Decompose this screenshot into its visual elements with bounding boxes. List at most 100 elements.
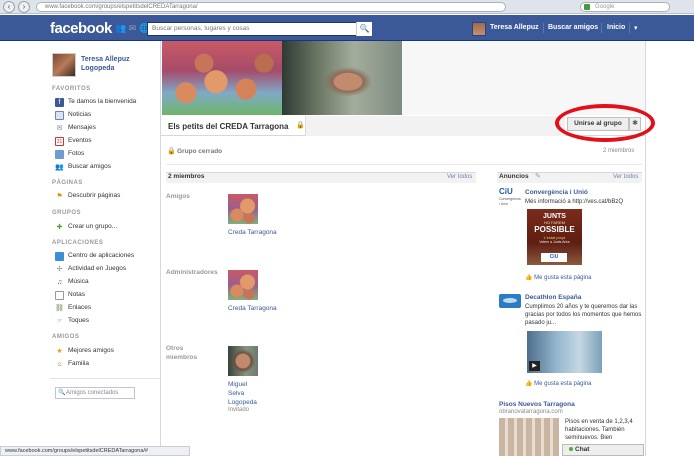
ciu-logo-text: CiU — [499, 187, 513, 196]
ad-image-text: POSSIBLE — [534, 225, 575, 234]
pokes-icon: ☞ — [56, 317, 63, 325]
search-icon[interactable]: 🔍 — [356, 22, 372, 36]
favorites-heading: FAVORITOS — [52, 86, 91, 92]
members-see-all-link[interactable]: Ver todos — [447, 174, 472, 180]
sidebar-item-pokes[interactable]: ☞ Toques — [55, 316, 155, 326]
sidebar-item-music[interactable]: ♫ Música — [55, 277, 155, 287]
members-title: 2 miembros — [168, 173, 205, 180]
sidebar-item-games[interactable]: ✢ Actividad en Juegos — [55, 264, 155, 274]
group-cover-photo[interactable] — [162, 41, 402, 115]
sidebar-item-create-group[interactable]: ✚ Crear un grupo... — [55, 222, 155, 232]
member-name[interactable]: Miguel Selva Logopeda — [228, 380, 264, 407]
discover-pages-icon: ⚑ — [56, 192, 63, 200]
member-photo[interactable] — [228, 194, 258, 224]
member-photo[interactable] — [228, 346, 258, 376]
ad-image[interactable]: JUNTS HO FAREM POSSIBLE L'estat propi Vo… — [527, 209, 582, 265]
sidebar-item-photos[interactable]: Fotos — [55, 149, 155, 159]
member-count[interactable]: 2 miembros — [603, 148, 634, 154]
sidebar-divider — [50, 378, 160, 379]
nav-separator — [601, 23, 602, 33]
sidebar-item-messages[interactable]: ✉ Mensajes — [55, 123, 155, 133]
pages-heading: PÁGINAS — [52, 180, 83, 186]
role-others-label: Otros miembros — [166, 345, 198, 361]
apps-heading: APLICACIONES — [52, 240, 104, 246]
decathlon-logo[interactable] — [499, 294, 521, 308]
facebook-logo[interactable]: facebook — [50, 20, 112, 37]
online-friends-placeholder: Amigos conectados — [66, 390, 119, 396]
highlight-annotation — [555, 104, 655, 142]
friend-requests-icon[interactable]: 👥 — [115, 23, 126, 33]
sidebar-item-family[interactable]: ⌂ Familia — [55, 359, 155, 369]
group-actions-bar — [305, 116, 565, 136]
ads-title: Anuncios — [499, 173, 529, 180]
address-bar[interactable]: www.facebook.com/groups/elspetitsdelCRED… — [36, 2, 506, 12]
members-header-bar — [166, 172, 476, 183]
ad-title[interactable]: Decathlon España — [525, 294, 581, 301]
ad-title[interactable]: Pisos Nuevos Tarragona — [499, 401, 575, 408]
like-icon: 👍 — [525, 381, 535, 387]
sidebar-item-notes[interactable]: Notas — [55, 290, 155, 300]
group-privacy: Grupo cerrado — [177, 148, 223, 155]
sidebar-item-news[interactable]: Noticias — [55, 110, 155, 120]
lock-icon: 🔒 — [167, 148, 176, 155]
google-icon — [584, 4, 590, 10]
facebook-icon: f — [55, 97, 64, 107]
ad-body[interactable]: Pisos en venta de 1,2,3,4 habitaciones. … — [565, 418, 645, 442]
ad-body[interactable]: Més informació a http://ves.cat/bBzQ — [525, 198, 643, 206]
ciu-logo-subtitle: Convergència i Unió — [499, 197, 521, 206]
ad-url[interactable]: obranovatarragona.com — [499, 409, 563, 415]
member-status: Invitado — [228, 407, 250, 413]
ad-like-link[interactable]: 👍 Me gusta esta página — [525, 274, 592, 281]
friends-heading: AMIGOS — [52, 334, 80, 340]
ad-title[interactable]: Convergència i Unió — [525, 189, 588, 196]
music-icon: ♫ — [56, 278, 63, 286]
back-icon[interactable]: ‹ — [3, 1, 15, 13]
chat-bar[interactable]: Chat — [562, 444, 644, 456]
sidebar-item-best-friends[interactable]: ★ Mejores amigos — [55, 346, 155, 356]
browser-status-bar: www.facebook.com/groups/elspetitsdelCRED… — [0, 446, 190, 456]
facebook-top-bar: facebook 👥 ✉ 🌐 Buscar personas, lugares … — [0, 15, 694, 41]
ad-like-label: Me gusta esta página — [534, 381, 592, 387]
member-name[interactable]: Creda Tarragona — [228, 304, 278, 313]
ciu-logo[interactable]: CiU Convergència i Unió — [499, 187, 521, 206]
online-friends-search[interactable]: 🔍 Amigos conectados — [55, 387, 135, 399]
ads-see-all-link[interactable]: Ver todos — [613, 174, 638, 180]
ad-body[interactable]: Cumplimos 20 años y te queremos dar las … — [525, 303, 643, 327]
browser-toolbar: ‹ › www.facebook.com/groups/elspetitsdel… — [0, 0, 694, 14]
browser-search-input[interactable]: Google — [580, 2, 670, 12]
account-menu-icon[interactable]: ▾ — [634, 24, 638, 32]
find-friends-icon: 👥 — [55, 163, 64, 171]
lock-icon: 🔒 — [296, 122, 305, 129]
calendar-icon: 31 — [55, 136, 64, 146]
sidebar-item-app-center[interactable]: Centro de aplicaciones — [55, 251, 155, 261]
online-status-icon — [569, 447, 573, 452]
find-friends-link[interactable]: Buscar amigos — [548, 24, 598, 31]
sidebar-item-links[interactable]: ⛓ Enlaces — [55, 303, 155, 313]
avatar[interactable] — [472, 22, 486, 36]
search-input[interactable]: Buscar personas, lugares y cosas — [147, 22, 372, 36]
sidebar-item-events[interactable]: 31 Eventos — [55, 136, 155, 146]
home-link[interactable]: Inicio — [607, 24, 625, 31]
messages-icon: ✉ — [56, 124, 63, 132]
ad-image-logo: CiU — [541, 253, 567, 262]
games-icon: ✢ — [56, 265, 63, 273]
divider — [166, 164, 642, 165]
sidebar-item-discover-pages[interactable]: ⚑ Descubrir páginas — [55, 191, 155, 201]
ad-image-text: Votem a Junts Artur — [539, 240, 570, 244]
group-title[interactable]: Els petits del CREDA Tarragona — [168, 122, 288, 131]
profile-name[interactable]: Teresa Allepuz Logopeda — [81, 55, 161, 73]
photos-icon — [55, 149, 64, 159]
messages-jewel-icon[interactable]: ✉ — [127, 23, 138, 33]
profile-picture[interactable] — [52, 53, 76, 77]
play-icon[interactable]: ▶ — [529, 361, 540, 371]
sidebar-item-welcome[interactable]: f Te damos la bienvenida — [55, 97, 155, 107]
ad-image[interactable] — [499, 418, 559, 456]
ads-icon: ✎ — [535, 173, 541, 180]
forward-icon[interactable]: › — [18, 1, 30, 13]
ad-like-link[interactable]: 👍 Me gusta esta página — [525, 380, 592, 387]
search-icon: 🔍 — [58, 390, 66, 396]
member-name[interactable]: Creda Tarragona — [228, 228, 278, 237]
member-photo[interactable] — [228, 270, 258, 300]
profile-link[interactable]: Teresa Allepuz — [490, 24, 539, 31]
sidebar-item-find-friends[interactable]: 👥 Buscar amigos — [55, 162, 155, 172]
